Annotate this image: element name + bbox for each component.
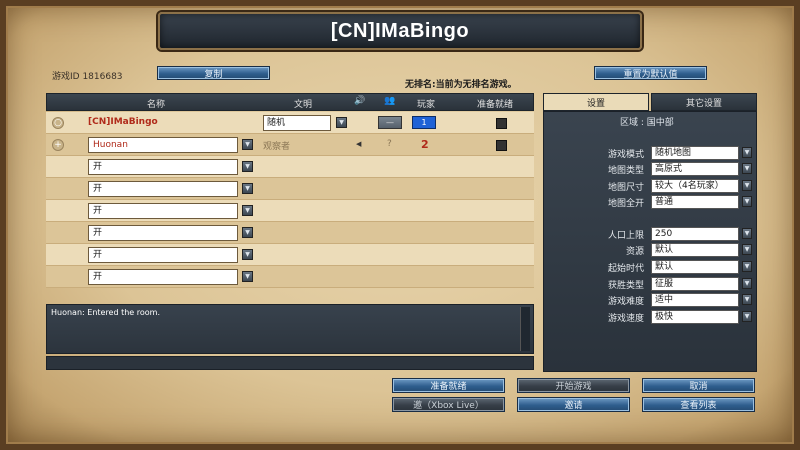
speaker-icon: 🔊 [354, 96, 366, 106]
ready-checkbox[interactable] [496, 118, 507, 129]
setting-label: 地图类型 [607, 166, 644, 176]
start-game-button[interactable]: 开始游戏 [517, 378, 630, 393]
slot-dropdown-icon[interactable]: ▼ [242, 139, 253, 150]
civ-dropdown-icon[interactable]: ▼ [336, 117, 347, 128]
dropdown-icon[interactable]: ▼ [742, 196, 752, 207]
open-slot-row: 开 ▼ [46, 178, 534, 200]
team-select[interactable]: — [378, 116, 402, 129]
ready-button[interactable]: 准备就绪 [392, 378, 505, 393]
team-icon: 👥 [384, 96, 396, 106]
add-icon[interactable]: + [52, 139, 64, 151]
copy-button[interactable]: 复制 [157, 66, 270, 80]
dropdown-icon[interactable]: ▼ [742, 261, 752, 272]
chat-message: Huonan: Entered the room. [51, 308, 161, 317]
region-label: 区域 : 国中部 [620, 118, 674, 128]
setting-label: 起始时代 [607, 264, 644, 274]
chat-input[interactable] [46, 356, 534, 370]
dropdown-icon[interactable]: ▼ [742, 244, 752, 255]
invite-xbox-button[interactable]: 邀（Xbox Live） [392, 397, 505, 412]
observer-number: 2 [421, 138, 429, 151]
player-row-observer: + Huonan ▼ 观察者 ◀ ? 2 [46, 134, 534, 156]
mute-icon[interactable]: ◀ [356, 140, 366, 150]
dropdown-icon[interactable]: ▼ [742, 180, 752, 191]
open-slot-row: 开 ▼ [46, 266, 534, 288]
open-slot-input[interactable]: 开 [88, 181, 238, 197]
map-size-select[interactable]: 较大（4名玩家） [651, 179, 739, 193]
host-icon: ○ [52, 117, 64, 129]
open-slot-input[interactable]: 开 [88, 269, 238, 285]
observer-role: 观察者 [263, 142, 291, 152]
players-table-header: 名称 文明 🔊 👥 玩家 准备就绪 [46, 93, 534, 111]
open-slot-input[interactable]: 开 [88, 247, 238, 263]
map-type-select[interactable]: 高原式 [651, 162, 739, 176]
cancel-button[interactable]: 取消 [642, 378, 755, 393]
population-select[interactable]: 250 [651, 227, 739, 241]
tab-other-settings[interactable]: 其它设置 [651, 93, 757, 111]
slot-dropdown-icon[interactable]: ▼ [242, 161, 253, 172]
starting-age-select[interactable]: 默认 [651, 260, 739, 274]
open-slot-row: 开 ▼ [46, 156, 534, 178]
host-name: [CN]IMaBingo [88, 117, 158, 127]
open-slot-input[interactable]: 开 [88, 159, 238, 175]
dropdown-icon[interactable]: ▼ [742, 228, 752, 239]
lobby-title: [CN]IMaBingo [330, 19, 470, 42]
setting-label: 人口上限 [607, 231, 644, 241]
difficulty-select[interactable]: 适中 [651, 293, 739, 307]
header-civ: 文明 [294, 100, 313, 110]
settings-panel: 区域 : 国中部 游戏模式 随机地图 ▼ 地图类型 高原式 ▼ 地图尺寸 较大（… [543, 111, 757, 372]
player-color-select[interactable]: 1 [412, 116, 436, 129]
chat-scrollbar[interactable] [520, 307, 530, 351]
ranked-notice: 无排名:当前为无排名游戏。 [405, 80, 517, 90]
chat-log: Huonan: Entered the room. [46, 304, 534, 354]
setting-label: 获胜类型 [607, 281, 644, 291]
tab-settings[interactable]: 设置 [543, 93, 649, 111]
ready-checkbox [496, 140, 507, 151]
setting-label: 地图全开 [607, 199, 644, 209]
observer-name[interactable]: Huonan [88, 137, 238, 153]
open-slot-input[interactable]: 开 [88, 203, 238, 219]
open-slot-row: 开 ▼ [46, 200, 534, 222]
slot-dropdown-icon[interactable]: ▼ [242, 249, 253, 260]
slot-dropdown-icon[interactable]: ▼ [242, 205, 253, 216]
dropdown-icon[interactable]: ▼ [742, 163, 752, 174]
observer-team: ? [387, 139, 392, 149]
title-banner: [CN]IMaBingo [158, 12, 642, 50]
view-list-button[interactable]: 查看列表 [642, 397, 755, 412]
game-mode-select[interactable]: 随机地图 [651, 146, 739, 160]
player-row-host: ○ [CN]IMaBingo 随机 ▼ — 1 [46, 112, 534, 134]
slot-dropdown-icon[interactable]: ▼ [242, 183, 253, 194]
setting-label: 地图尺寸 [607, 183, 644, 193]
slot-dropdown-icon[interactable]: ▼ [242, 227, 253, 238]
header-name: 名称 [147, 100, 166, 110]
header-ready: 准备就绪 [477, 100, 514, 110]
dropdown-icon[interactable]: ▼ [742, 294, 752, 305]
header-team: 玩家 [417, 100, 436, 110]
setting-label: 游戏难度 [607, 297, 644, 307]
map-reveal-select[interactable]: 普通 [651, 195, 739, 209]
reset-default-button[interactable]: 重置为默认值 [594, 66, 707, 80]
dropdown-icon[interactable]: ▼ [742, 311, 752, 322]
open-slot-row: 开 ▼ [46, 244, 534, 266]
dropdown-icon[interactable]: ▼ [742, 278, 752, 289]
slot-dropdown-icon[interactable]: ▼ [242, 271, 253, 282]
civ-select[interactable]: 随机 [263, 115, 331, 131]
dropdown-icon[interactable]: ▼ [742, 147, 752, 158]
setting-label: 游戏模式 [607, 150, 644, 160]
game-speed-select[interactable]: 极快 [651, 310, 739, 324]
game-id: 游戏ID 1816683 [52, 72, 123, 82]
resources-select[interactable]: 默认 [651, 243, 739, 257]
setting-label: 资源 [625, 247, 644, 257]
open-slot-row: 开 ▼ [46, 222, 534, 244]
victory-select[interactable]: 征服 [651, 277, 739, 291]
open-slot-input[interactable]: 开 [88, 225, 238, 241]
setting-label: 游戏速度 [607, 314, 644, 324]
invite-button[interactable]: 邀请 [517, 397, 630, 412]
